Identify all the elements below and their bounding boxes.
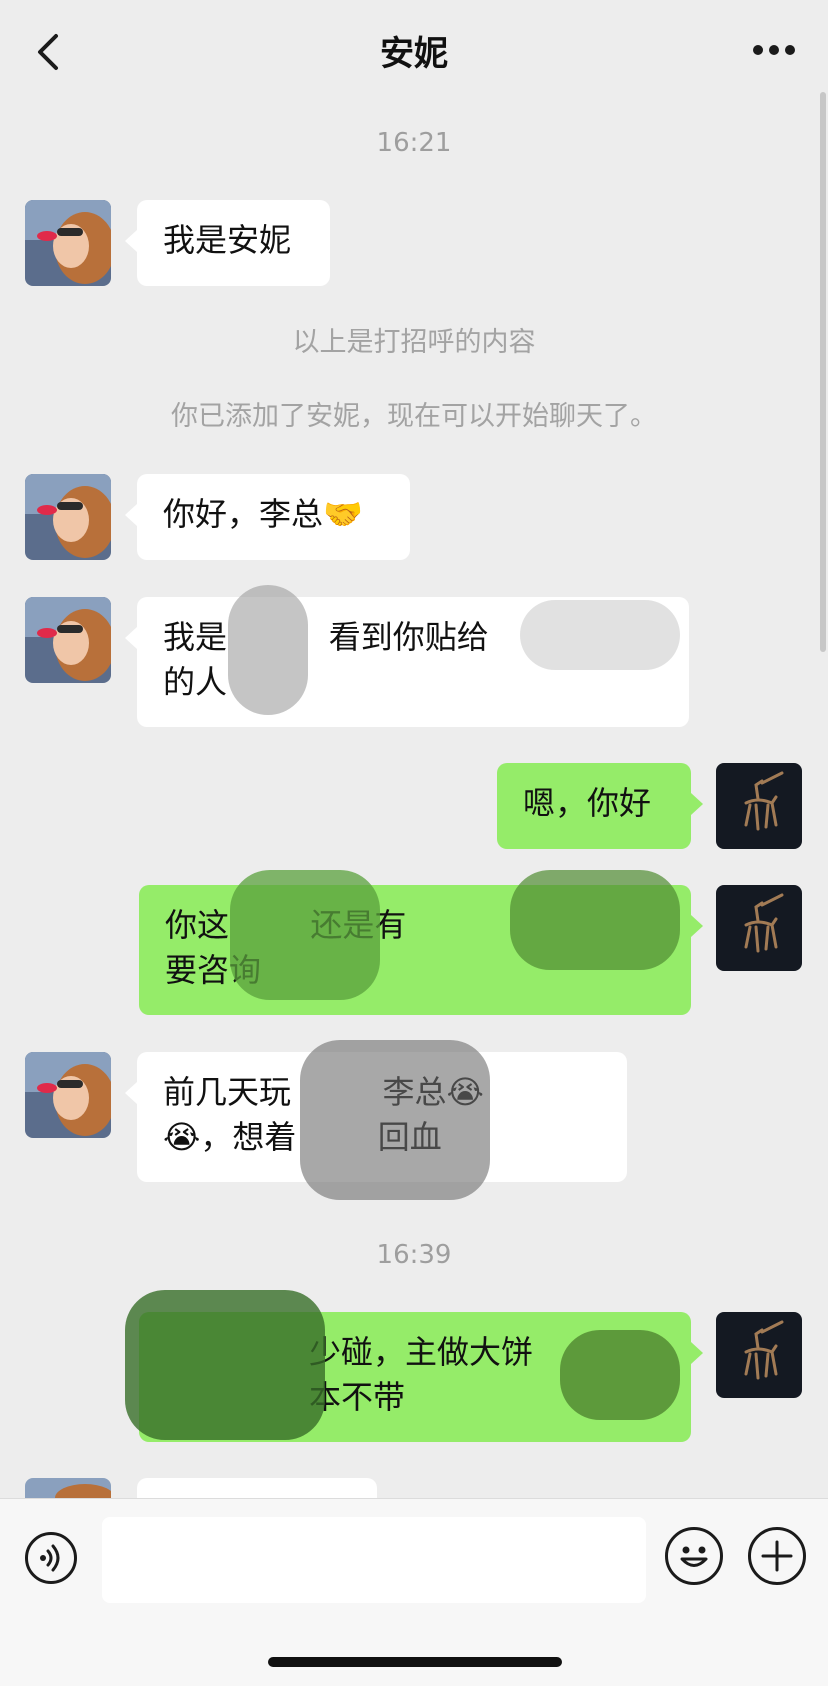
message-bubble-outgoing[interactable]: 少碰，主做大饼 本不带 [139, 1312, 703, 1442]
contact-avatar-image [25, 474, 111, 560]
system-message: 以上是打招呼的内容 [292, 327, 536, 358]
emoji-button[interactable] [665, 1527, 723, 1585]
contact-avatar-image [25, 200, 111, 286]
message-input[interactable] [102, 1517, 646, 1603]
more-button[interactable] [750, 40, 798, 60]
page-title: 安妮 [380, 34, 448, 74]
contact-avatar-image [25, 1052, 111, 1138]
contact-avatar-image [25, 597, 111, 683]
contact-avatar[interactable] [25, 1052, 111, 1138]
home-indicator[interactable] [268, 1657, 562, 1667]
chat-screen: 安妮 16:21 我是安妮 以上是打招呼的内容 你已添加了安妮，现在可以开始聊天… [0, 0, 828, 1686]
message-bubble-outgoing[interactable]: 你这 还是有 要咨询 [139, 885, 703, 1015]
emoji-icon [680, 1546, 708, 1567]
chat-header: 安妮 [0, 0, 828, 100]
scrollbar[interactable] [820, 92, 826, 652]
polo-horse-avatar-icon [716, 1312, 802, 1398]
my-avatar[interactable] [716, 763, 802, 849]
voice-icon [40, 1544, 60, 1572]
plus-button[interactable] [748, 1527, 806, 1585]
my-avatar[interactable] [716, 1312, 802, 1398]
system-message: 你已添加了安妮，现在可以开始聊天了。 [171, 401, 657, 432]
contact-avatar[interactable] [25, 474, 111, 560]
timestamp: 16:21 [376, 128, 452, 158]
timestamp: 16:39 [376, 1240, 452, 1270]
voice-button[interactable] [25, 1532, 77, 1584]
my-avatar[interactable] [716, 885, 802, 971]
contact-avatar[interactable] [25, 1478, 111, 1498]
contact-avatar[interactable] [25, 200, 111, 286]
message-bubble-incoming[interactable]: 我是 看到你贴给 的人 [125, 597, 689, 727]
message-bubble-incoming[interactable]: 前几天玩 李总😭 😭，想着 回血 [125, 1052, 627, 1182]
contact-avatar-image [25, 1478, 111, 1498]
message-bubble-outgoing[interactable]: 嗯，你好 [497, 763, 703, 849]
polo-horse-avatar-icon [716, 763, 802, 849]
polo-horse-avatar-icon [716, 885, 802, 971]
message-bubble-incoming[interactable]: 我是安妮 [125, 200, 330, 286]
plus-icon [761, 1540, 793, 1572]
message-bubble-incoming[interactable]: 你好，李总🤝 [125, 474, 410, 560]
message-bubble-incoming[interactable] [137, 1478, 377, 1498]
contact-avatar[interactable] [25, 597, 111, 683]
more-dots-icon [753, 45, 795, 55]
input-bar [0, 1498, 828, 1686]
